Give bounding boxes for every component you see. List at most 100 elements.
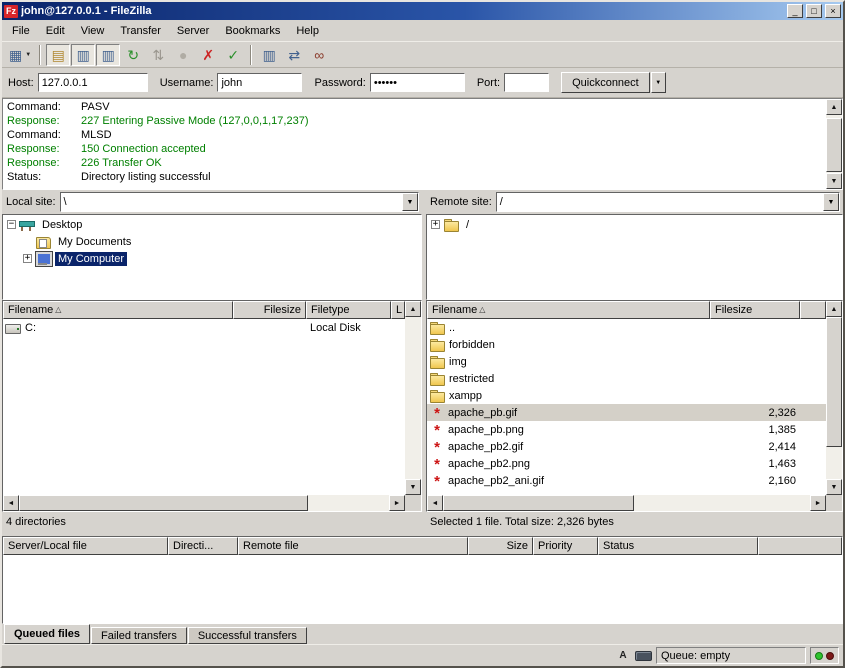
quickconnect-button[interactable]: Quickconnect bbox=[561, 72, 650, 93]
password-input[interactable] bbox=[370, 73, 465, 92]
host-input[interactable] bbox=[38, 73, 148, 92]
quickconnect-bar: Host: Username: Password: Port: Quickcon… bbox=[2, 68, 843, 98]
remote-file-row[interactable]: *apache_pb.png1,385 bbox=[427, 421, 826, 438]
local-site-combo[interactable]: \ ▼ bbox=[60, 192, 419, 212]
minimize-button[interactable]: _ bbox=[787, 4, 803, 18]
toggle-directory-trees-button[interactable]: ▥ bbox=[71, 44, 95, 66]
title-bar[interactable]: Fz john@127.0.0.1 - FileZilla _ □ × bbox=[2, 2, 843, 20]
column-header-directi[interactable]: Directi... bbox=[168, 537, 238, 555]
file-type: Local Disk bbox=[306, 322, 391, 334]
menu-help[interactable]: Help bbox=[288, 22, 327, 40]
expand-plus-icon[interactable]: + bbox=[431, 220, 440, 229]
close-button[interactable]: × bbox=[825, 4, 841, 18]
remote-file-row[interactable]: xampp bbox=[427, 387, 826, 404]
remote-site-combo[interactable]: / ▼ bbox=[496, 192, 840, 212]
remote-file-row[interactable]: *apache_pb2.png1,463 bbox=[427, 455, 826, 472]
chevron-down-icon[interactable]: ▼ bbox=[823, 193, 839, 211]
filter-button[interactable]: ✓ bbox=[221, 44, 245, 66]
remote-file-row[interactable]: restricted bbox=[427, 370, 826, 387]
directory-comparison-button[interactable]: ▥ bbox=[257, 44, 281, 66]
disconnect-button[interactable]: ✗ bbox=[196, 44, 220, 66]
scroll-thumb[interactable] bbox=[826, 317, 842, 447]
menu-edit[interactable]: Edit bbox=[38, 22, 73, 40]
column-header-server-local-file[interactable]: Server/Local file bbox=[3, 537, 168, 555]
remote-file-row[interactable]: *apache_pb2_ani.gif2,160 bbox=[427, 472, 826, 489]
scroll-up-button[interactable]: ▲ bbox=[405, 301, 421, 317]
column-header-l[interactable]: L bbox=[391, 301, 405, 319]
local-list-hscrollbar[interactable]: ◄ ► bbox=[3, 495, 405, 511]
scroll-track[interactable] bbox=[19, 495, 389, 511]
menu-transfer[interactable]: Transfer bbox=[112, 22, 169, 40]
scroll-track[interactable] bbox=[443, 495, 810, 511]
menu-file[interactable]: File bbox=[4, 22, 38, 40]
scroll-right-button[interactable]: ► bbox=[810, 495, 826, 511]
column-header-filesize[interactable]: Filesize bbox=[710, 301, 800, 319]
dropdown-arrow-icon[interactable]: ▼ bbox=[25, 52, 31, 58]
tree-item-root[interactable]: +/ bbox=[428, 216, 841, 233]
column-header-filename[interactable]: Filename△ bbox=[427, 301, 710, 319]
collapse-minus-icon[interactable]: − bbox=[7, 220, 16, 229]
transfer-type-indicator-icon: A bbox=[615, 648, 631, 663]
tree-item-my-documents[interactable]: My Documents bbox=[4, 233, 420, 250]
synchronized-browsing-button[interactable]: ⇄ bbox=[282, 44, 306, 66]
find-files-button[interactable]: ∞ bbox=[307, 44, 331, 66]
local-list-vscrollbar[interactable]: ▲ ▼ bbox=[405, 301, 421, 495]
menu-bookmarks[interactable]: Bookmarks bbox=[217, 22, 288, 40]
cancel-button[interactable]: ● bbox=[171, 44, 195, 66]
scroll-thumb[interactable] bbox=[19, 495, 308, 511]
scroll-track[interactable] bbox=[405, 317, 421, 479]
scroll-track[interactable] bbox=[826, 317, 842, 479]
column-header-filename[interactable]: Filename△ bbox=[3, 301, 233, 319]
column-header-remote-file[interactable]: Remote file bbox=[238, 537, 468, 555]
column-header-status[interactable]: Status bbox=[598, 537, 758, 555]
queue-status-text: Queue: empty bbox=[661, 650, 730, 662]
site-manager-button[interactable]: ▦▼ bbox=[6, 44, 34, 66]
column-header-filetype[interactable]: Filetype bbox=[306, 301, 391, 319]
scroll-down-button[interactable]: ▼ bbox=[826, 479, 842, 495]
refresh-button[interactable]: ↻ bbox=[121, 44, 145, 66]
toggle-message-log-button[interactable]: ▤ bbox=[46, 44, 70, 66]
scroll-left-button[interactable]: ◄ bbox=[3, 495, 19, 511]
scroll-right-button[interactable]: ► bbox=[389, 495, 405, 511]
remote-file-row[interactable]: img bbox=[427, 353, 826, 370]
column-header-size[interactable]: Size bbox=[468, 537, 533, 555]
quickconnect-dropdown-button[interactable]: ▼ bbox=[651, 72, 666, 93]
process-queue-icon: ⇅ bbox=[152, 48, 164, 62]
toggle-transfer-queue-button[interactable]: ▥ bbox=[96, 44, 120, 66]
tab-queued-files[interactable]: Queued files bbox=[4, 624, 90, 644]
port-input[interactable] bbox=[504, 73, 549, 92]
tab-failed-transfers[interactable]: Failed transfers bbox=[91, 627, 187, 644]
tab-successful-transfers[interactable]: Successful transfers bbox=[188, 627, 307, 644]
remote-list-hscrollbar[interactable]: ◄ ► bbox=[427, 495, 826, 511]
queue-status-panel: Queue: empty bbox=[656, 647, 806, 664]
log-line-label: Command: bbox=[7, 100, 81, 114]
chevron-down-icon[interactable]: ▼ bbox=[402, 193, 418, 211]
column-header-filesize[interactable]: Filesize bbox=[233, 301, 306, 319]
remote-list-vscrollbar[interactable]: ▲ ▼ bbox=[826, 301, 842, 495]
tree-item-my-computer[interactable]: +My Computer bbox=[4, 250, 420, 267]
menu-view[interactable]: View bbox=[73, 22, 113, 40]
remote-file-row[interactable]: .. bbox=[427, 319, 826, 336]
log-scrollbar[interactable]: ▲ ▼ bbox=[826, 99, 842, 189]
column-header-priority[interactable]: Priority bbox=[533, 537, 598, 555]
local-file-row[interactable]: C:Local Disk bbox=[3, 319, 405, 336]
remote-file-row[interactable]: *apache_pb.gif2,326 bbox=[427, 404, 826, 421]
process-queue-button[interactable]: ⇅ bbox=[146, 44, 170, 66]
scroll-up-button[interactable]: ▲ bbox=[826, 99, 842, 115]
scroll-up-button[interactable]: ▲ bbox=[826, 301, 842, 317]
column-header-stub[interactable] bbox=[800, 301, 826, 319]
remote-file-row[interactable]: forbidden bbox=[427, 336, 826, 353]
expand-plus-icon[interactable]: + bbox=[23, 254, 32, 263]
maximize-button[interactable]: □ bbox=[806, 4, 822, 18]
tree-item-desktop[interactable]: −Desktop bbox=[4, 216, 420, 233]
menu-server[interactable]: Server bbox=[169, 22, 217, 40]
scroll-down-button[interactable]: ▼ bbox=[826, 173, 842, 189]
scroll-left-button[interactable]: ◄ bbox=[427, 495, 443, 511]
scroll-thumb[interactable] bbox=[826, 118, 842, 171]
column-header-stub[interactable] bbox=[758, 537, 842, 555]
remote-file-row[interactable]: *apache_pb2.gif2,414 bbox=[427, 438, 826, 455]
scroll-thumb[interactable] bbox=[443, 495, 634, 511]
scroll-down-button[interactable]: ▼ bbox=[405, 479, 421, 495]
scroll-track[interactable] bbox=[826, 115, 842, 173]
username-input[interactable] bbox=[217, 73, 302, 92]
